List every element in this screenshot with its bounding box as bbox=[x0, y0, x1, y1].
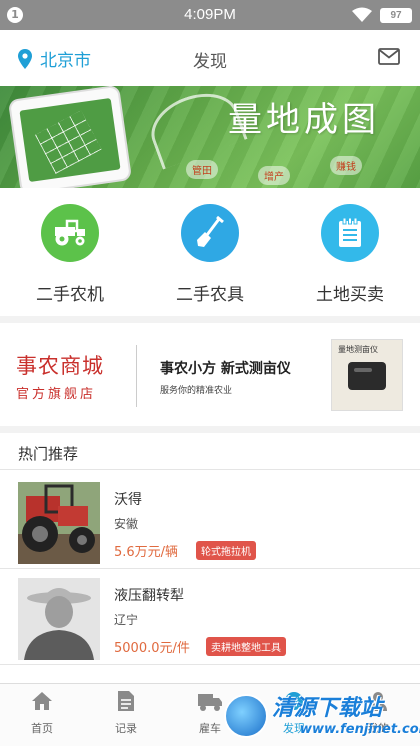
shop-name: 事农商城 bbox=[16, 354, 104, 378]
shop-promo[interactable]: 事农商城 官方旗舰店 事农小方 新式测亩仪 服务你的精准农业 量地测亩仪 bbox=[0, 323, 420, 426]
section-divider bbox=[0, 469, 420, 470]
item-region: 安徽 bbox=[114, 517, 139, 531]
record-icon bbox=[118, 691, 134, 711]
page-title: 发现 bbox=[193, 52, 227, 72]
device-graphic bbox=[348, 362, 386, 390]
truck-icon bbox=[198, 694, 222, 711]
item-price: 5.6万元/辆 bbox=[114, 545, 179, 560]
banner-tag: 赚钱 bbox=[330, 156, 362, 175]
nav-label: 首页 bbox=[31, 722, 53, 735]
battery-indicator: 97 bbox=[380, 8, 412, 23]
watermark-url: www.fenjinet.com bbox=[300, 722, 420, 737]
promo-product-image: 量地测亩仪 bbox=[331, 339, 403, 411]
watermark-logo-icon bbox=[224, 694, 268, 738]
category-label: 二手农机 bbox=[36, 285, 104, 305]
status-bar: 1 4:09PM 97 bbox=[0, 0, 420, 30]
home-icon bbox=[32, 692, 52, 710]
tractor-icon bbox=[41, 204, 99, 262]
list-item[interactable]: 液压翻转犁 辽宁 5000.0元/件 卖耕地整地工具 bbox=[0, 569, 420, 665]
banner-tag: 增产 bbox=[258, 166, 290, 185]
banner-brand-text: 量地成图 bbox=[228, 100, 380, 140]
category-land-trade[interactable]: 土地买卖 bbox=[280, 204, 420, 305]
wifi-icon bbox=[352, 7, 372, 22]
item-category-badge: 卖耕地整地工具 bbox=[206, 637, 286, 656]
row-divider bbox=[0, 664, 420, 665]
category-used-tools[interactable]: 二手农具 bbox=[140, 204, 280, 305]
app-header: 北京市 发现 bbox=[0, 30, 420, 86]
category-label: 土地买卖 bbox=[316, 285, 384, 305]
promo-tagline: 服务你的精准农业 bbox=[160, 386, 233, 396]
category-used-machinery[interactable]: 二手农机 bbox=[0, 204, 140, 305]
item-thumbnail-placeholder bbox=[18, 578, 100, 660]
banner-tag: 管田 bbox=[186, 160, 218, 179]
item-region: 辽宁 bbox=[114, 613, 139, 627]
shop-subtitle: 官方旗舰店 bbox=[16, 387, 97, 402]
item-name: 液压翻转犁 bbox=[114, 588, 184, 604]
list-item[interactable]: 沃得 安徽 5.6万元/辆 轮式拖拉机 bbox=[0, 473, 420, 569]
mail-icon[interactable] bbox=[378, 48, 400, 65]
nav-records[interactable]: 记录 bbox=[84, 690, 168, 736]
nav-label: 记录 bbox=[115, 722, 137, 735]
promo-banner[interactable]: 量地成图 管田 增产 赚钱 bbox=[0, 86, 420, 188]
promo-divider bbox=[136, 345, 137, 407]
hot-recommendations: 热门推荐 沃得 安徽 5.6万元/辆 轮式拖拉机 液压翻转犁 辽宁 5000.0… bbox=[0, 433, 420, 683]
item-category-badge: 轮式拖拉机 bbox=[196, 541, 256, 560]
promo-headline: 事农小方 新式测亩仪 bbox=[160, 361, 291, 377]
item-thumbnail bbox=[18, 482, 100, 564]
section-title: 热门推荐 bbox=[18, 445, 79, 463]
watermark-overlay: 清源下载站 www.fenjinet.com bbox=[222, 688, 420, 746]
shovel-icon bbox=[181, 204, 239, 262]
category-label: 二手农具 bbox=[176, 285, 244, 305]
category-grid: 二手农机 二手农具 土地买卖 bbox=[0, 188, 420, 316]
item-price: 5000.0元/件 bbox=[114, 641, 190, 656]
nav-home[interactable]: 首页 bbox=[0, 690, 84, 736]
banner-phone-image bbox=[7, 86, 133, 188]
watermark-text: 清源下载站 bbox=[272, 696, 383, 721]
item-name: 沃得 bbox=[114, 492, 142, 508]
document-icon bbox=[321, 204, 379, 262]
product-title: 量地测亩仪 bbox=[338, 345, 378, 354]
